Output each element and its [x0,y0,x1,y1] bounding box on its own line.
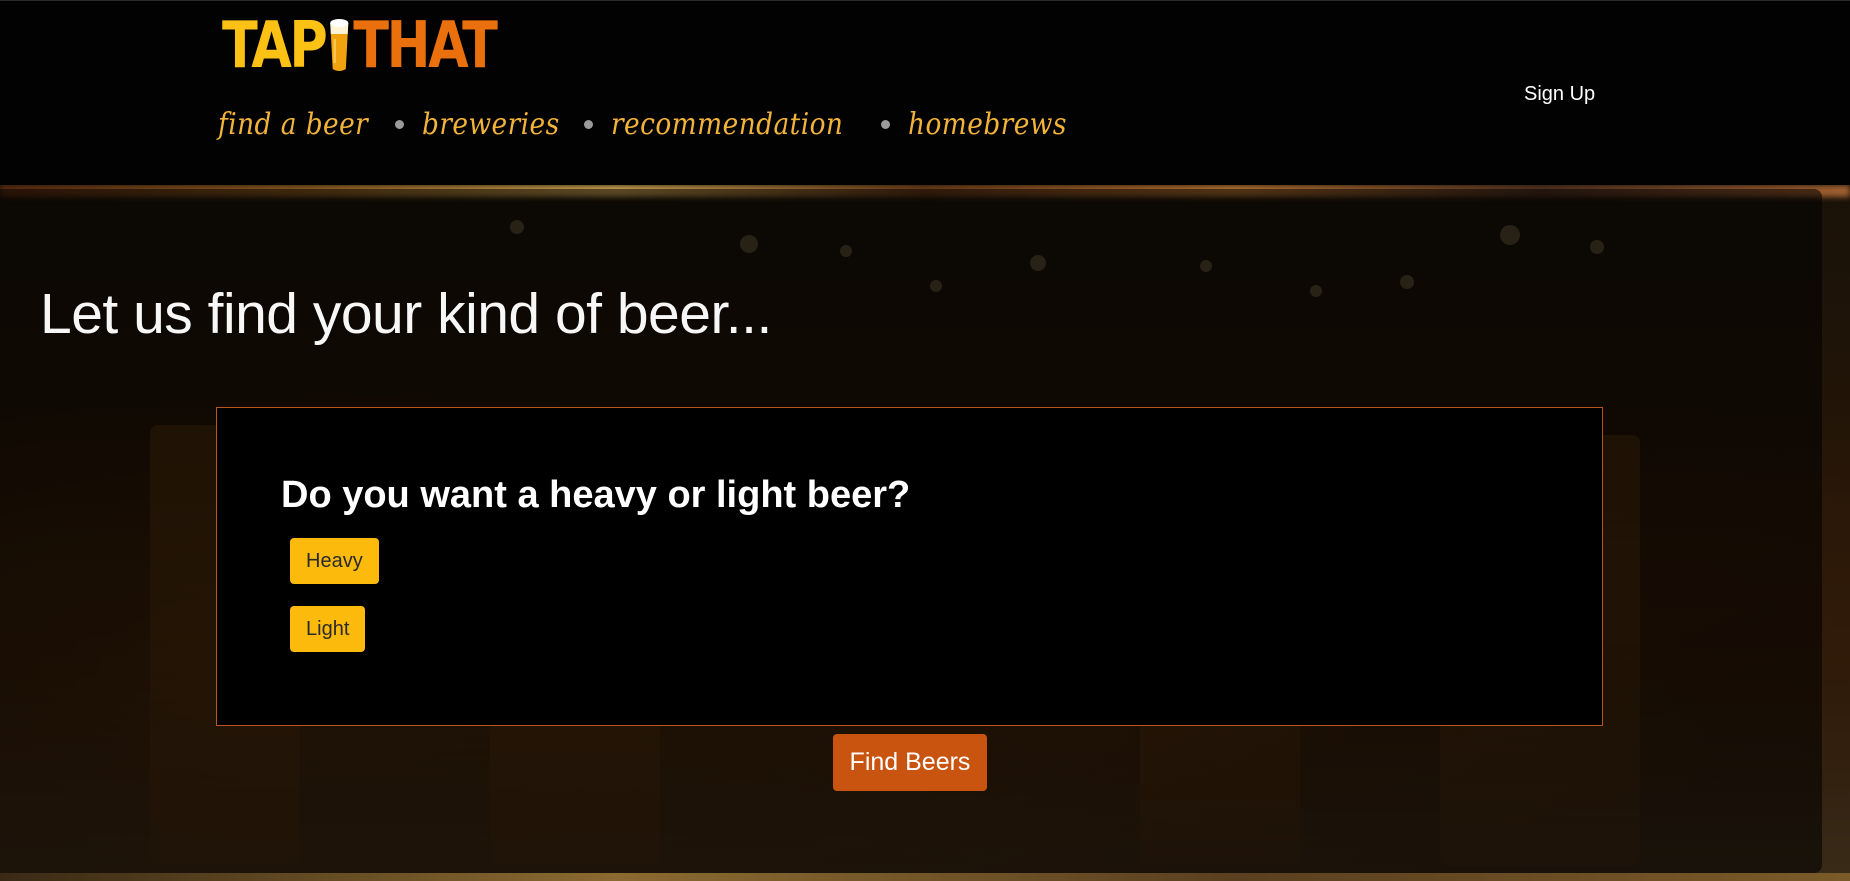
nav-recommendation[interactable]: recommendation [611,107,843,142]
find-beers-button[interactable]: Find Beers [833,734,987,791]
nav-homebrews[interactable]: homebrews [908,107,1067,142]
light-button[interactable]: Light [290,606,366,652]
logo-right-text: THAT [353,9,498,83]
nav-separator-dot [584,120,594,129]
nav-breweries[interactable]: breweries [422,107,560,142]
site-logo[interactable]: TAP THAT [222,9,498,83]
hero-title: Let us find your kind of beer... [40,282,772,346]
page: TAP THAT find a beer breweries recommend… [0,0,1850,881]
nav-separator-dot [394,120,404,129]
site-header: TAP THAT find a beer breweries recommend… [0,0,1850,186]
sign-up-link[interactable]: Sign Up [1524,83,1595,106]
hero-bottom-strip [0,873,1850,881]
beer-glass-icon [329,17,350,75]
main-nav: find a beer breweries recommendation hom… [218,107,1089,142]
nav-separator-dot [881,120,891,129]
question-heading: Do you want a heavy or light beer? [281,474,911,516]
hero-overlay-panel: Let us find your kind of beer... Do you … [0,189,1822,873]
logo-left-text: TAP [222,9,328,83]
heavy-button[interactable]: Heavy [290,538,379,584]
question-box: Do you want a heavy or light beer? Heavy… [216,407,1603,726]
nav-find-a-beer[interactable]: find a beer [218,107,368,142]
hero-section: Let us find your kind of beer... Do you … [0,185,1850,881]
